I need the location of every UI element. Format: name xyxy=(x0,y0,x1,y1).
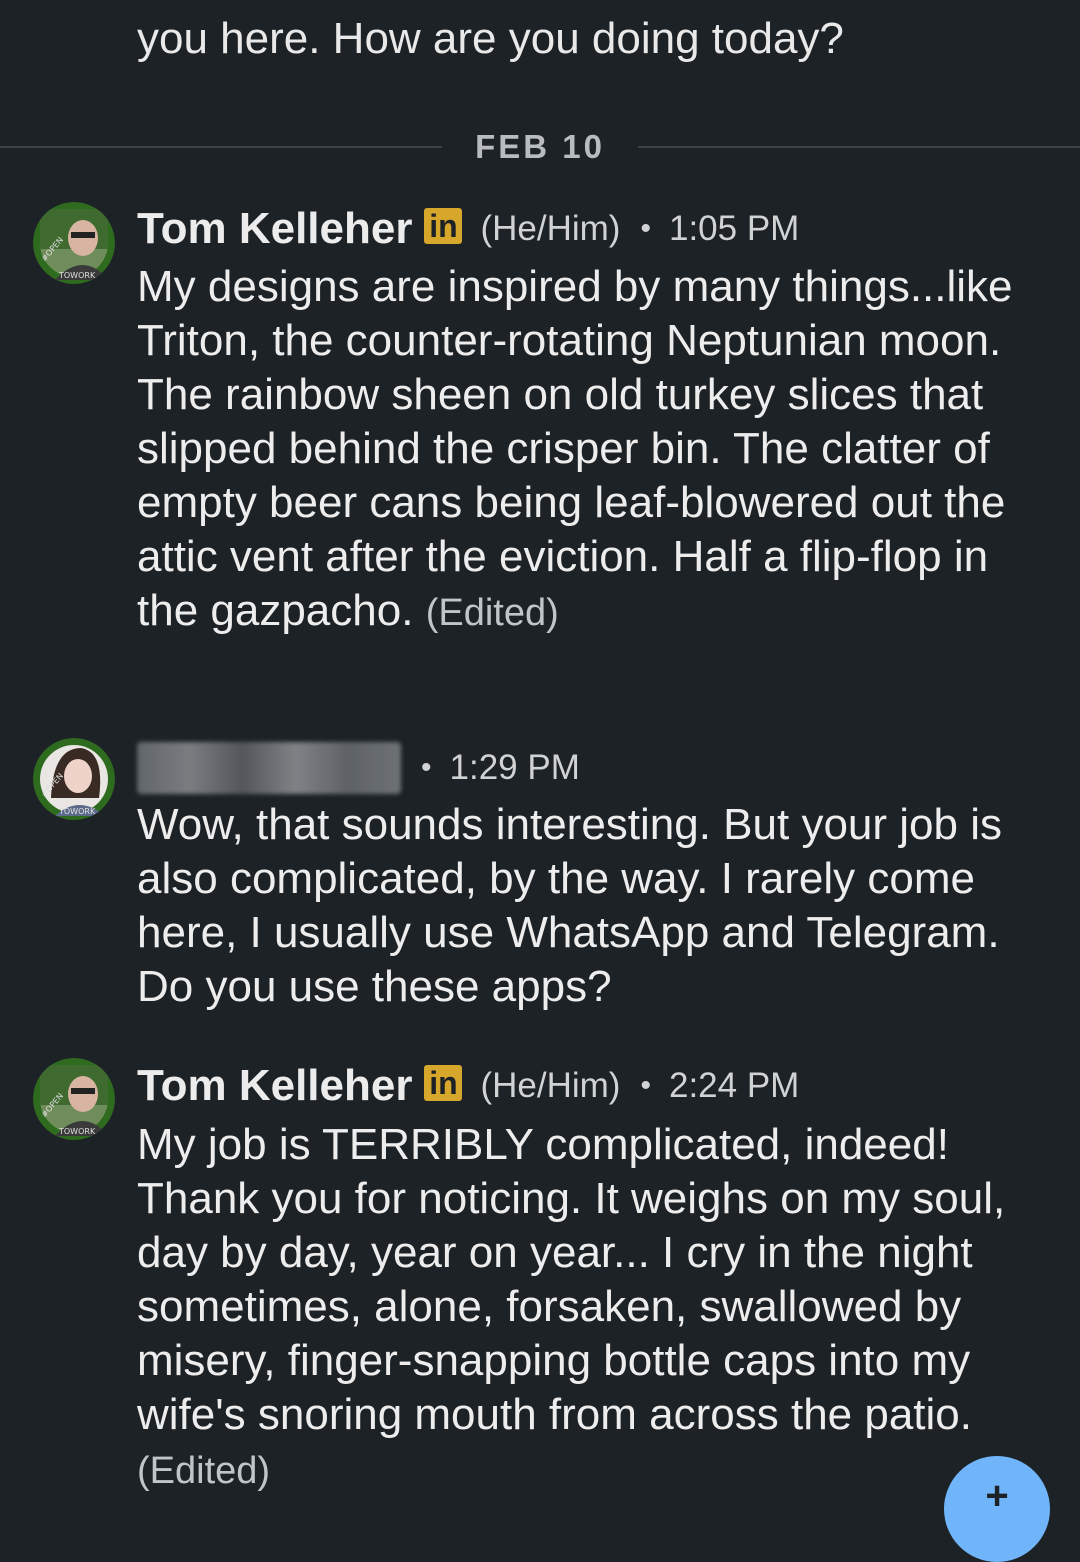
separator-dot: • xyxy=(640,1069,651,1102)
linkedin-badge-icon: in xyxy=(424,208,463,244)
sender-name[interactable]: Tom Kelleher xyxy=(137,203,412,255)
date-label: FEB 10 xyxy=(475,128,605,165)
message-header: • 1:29 PM xyxy=(137,742,580,794)
edited-label: (Edited) xyxy=(425,592,559,634)
badge-label: in xyxy=(429,1065,458,1101)
avatar[interactable]: #OPEN TOWORK xyxy=(33,738,115,820)
compose-fab-button[interactable]: + xyxy=(944,1456,1050,1562)
message-header: Tom Kelleher in (He/Him) • 1:05 PM xyxy=(137,203,799,255)
pronouns: (He/Him) xyxy=(480,1066,621,1105)
profile-photo-icon: #OPEN TOWORK xyxy=(33,1058,115,1140)
svg-text:TOWORK: TOWORK xyxy=(58,1127,96,1136)
profile-photo-icon: #OPEN TOWORK xyxy=(33,202,115,284)
avatar[interactable]: #OPEN TOWORK xyxy=(33,1058,115,1140)
message-time: 1:29 PM xyxy=(449,748,580,787)
message-text: My designs are inspired by many things..… xyxy=(137,262,1013,635)
message-header: Tom Kelleher in (He/Him) • 2:24 PM xyxy=(137,1060,799,1112)
badge-label: in xyxy=(429,208,458,244)
plus-icon: + xyxy=(985,1474,1009,1518)
separator-dot: • xyxy=(421,751,432,784)
svg-text:TOWORK: TOWORK xyxy=(58,271,96,280)
sender-name-blurred[interactable] xyxy=(137,742,401,794)
profile-photo-icon: #OPEN TOWORK xyxy=(33,738,115,820)
svg-text:TOWORK: TOWORK xyxy=(58,807,96,816)
message-body: My designs are inspired by many things..… xyxy=(137,260,1037,640)
linkedin-badge-icon: in xyxy=(424,1065,463,1101)
avatar[interactable]: #OPEN TOWORK xyxy=(33,202,115,284)
divider-line xyxy=(638,146,1080,148)
message-time: 1:05 PM xyxy=(668,209,800,248)
edited-label: (Edited) xyxy=(137,1450,271,1492)
message-text: My job is TERRIBLY complicated, indeed! … xyxy=(137,1120,1006,1439)
previous-message-text: you here. How are you doing today? xyxy=(137,14,844,63)
sender-name[interactable]: Tom Kelleher xyxy=(137,1060,412,1112)
message-body: Wow, that sounds interesting. But your j… xyxy=(137,798,1037,1014)
message-body: My job is TERRIBLY complicated, indeed! … xyxy=(137,1118,1037,1498)
separator-dot: • xyxy=(640,212,651,245)
message-time: 2:24 PM xyxy=(668,1066,800,1105)
divider-line xyxy=(0,146,442,148)
pronouns: (He/Him) xyxy=(480,209,621,248)
date-separator: FEB 10 xyxy=(0,125,1080,169)
message-text: Wow, that sounds interesting. But your j… xyxy=(137,800,1002,1011)
